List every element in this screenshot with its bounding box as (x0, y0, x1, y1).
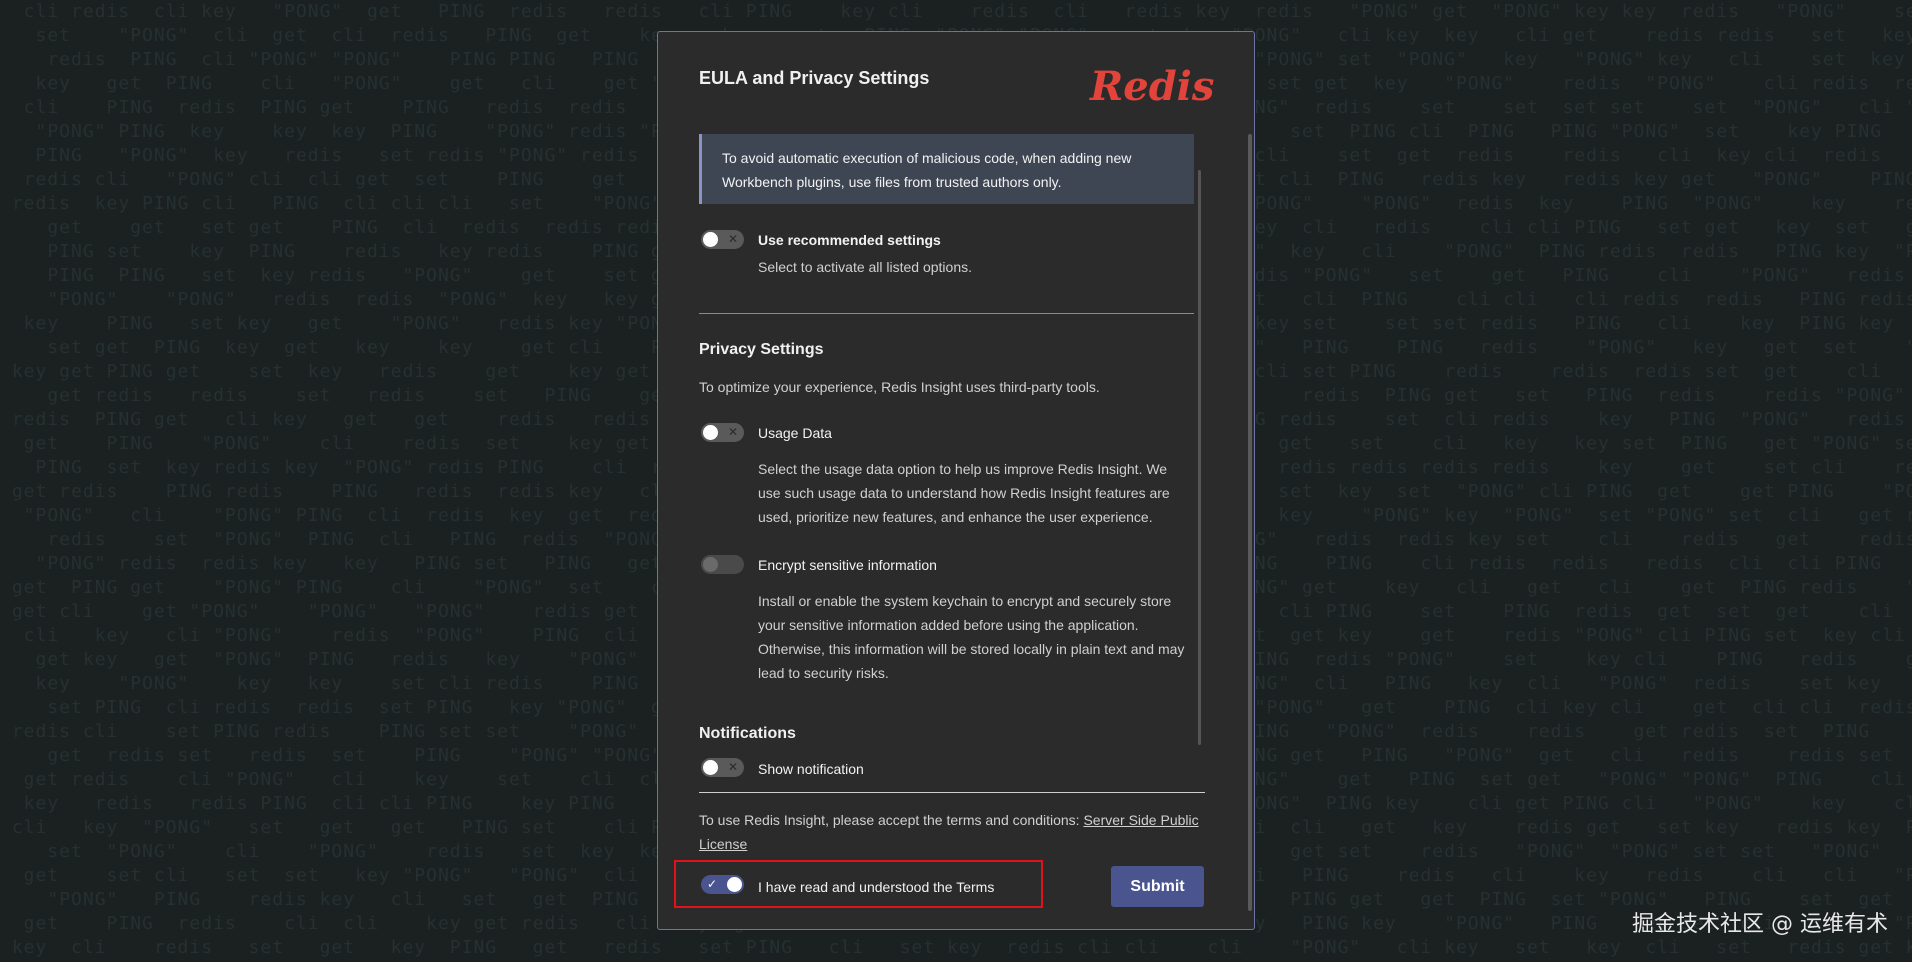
recommended-settings-label: Use recommended settings (758, 232, 941, 248)
redis-logo-text: Redis (1089, 63, 1214, 110)
close-icon: ✕ (727, 760, 738, 774)
show-notification-toggle[interactable]: ✕ (701, 758, 744, 777)
accept-terms-toggle[interactable]: ✓ (701, 875, 744, 894)
recommended-settings-toggle[interactable]: ✕ (701, 230, 744, 249)
recommended-settings-description: Select to activate all listed options. (758, 259, 973, 275)
toggle-knob (703, 760, 718, 775)
notifications-title: Notifications (699, 725, 796, 742)
close-icon: ✕ (727, 232, 738, 246)
modal-title: EULA and Privacy Settings (699, 68, 930, 88)
usage-data-description: Select the usage data option to help us … (758, 461, 1170, 525)
accept-terms-label: I have read and understood the Terms (758, 879, 995, 895)
watermark: 掘金技术社区 @ 运维有术 (1632, 912, 1888, 937)
check-icon: ✓ (707, 877, 718, 891)
submit-button[interactable]: Submit (1111, 866, 1204, 907)
privacy-settings-title: Privacy Settings (699, 341, 824, 358)
privacy-settings-subtitle: To optimize your experience, Redis Insig… (699, 379, 1100, 395)
content-scrollbar[interactable] (1198, 170, 1201, 745)
section-divider (699, 313, 1194, 314)
show-notification-label: Show notification (758, 761, 864, 777)
close-icon: ✕ (727, 425, 738, 439)
terms-text: To use Redis Insight, please accept the … (699, 808, 1199, 856)
terms-prefix: To use Redis Insight, please accept the … (699, 812, 1084, 828)
toggle-knob (703, 557, 718, 572)
encrypt-sensitive-label: Encrypt sensitive information (758, 557, 937, 573)
redis-logo: Redis (1089, 63, 1214, 110)
encrypt-sensitive-description: Install or enable the system keychain to… (758, 593, 1185, 681)
toggle-knob (703, 232, 718, 247)
security-callout: To avoid automatic execution of maliciou… (699, 134, 1194, 204)
toggle-knob (703, 425, 718, 440)
footer-divider (699, 792, 1205, 793)
toggle-knob (727, 877, 742, 892)
usage-data-label: Usage Data (758, 425, 832, 441)
encrypt-sensitive-toggle[interactable] (701, 555, 744, 574)
eula-privacy-modal: EULA and Privacy Settings Redis To avoid… (657, 31, 1255, 930)
usage-data-toggle[interactable]: ✕ (701, 423, 744, 442)
modal-scrollbar[interactable] (1248, 134, 1252, 911)
